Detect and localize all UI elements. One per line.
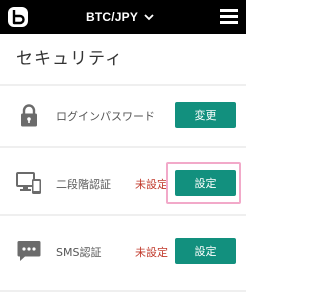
lock-icon <box>21 104 37 127</box>
focus-highlight <box>166 162 241 204</box>
sms-auth-label: SMS認証 <box>56 246 102 259</box>
hamburger-menu-icon[interactable] <box>220 9 238 25</box>
login-password-label: ログインパスワード <box>56 110 155 123</box>
sms-auth-status: 未設定 <box>135 246 168 259</box>
divider <box>0 146 246 148</box>
currency-pair-selector[interactable]: BTC/JPY <box>86 8 154 26</box>
currency-pair-label: BTC/JPY <box>86 10 139 24</box>
divider <box>0 290 246 292</box>
divider <box>0 214 246 216</box>
monitor-phone-icon <box>16 172 41 194</box>
two-factor-label: 二段階認証 <box>56 178 111 191</box>
two-factor-status: 未設定 <box>135 178 168 191</box>
setup-sms-button[interactable]: 設定 <box>175 238 236 264</box>
top-bar: BTC/JPY <box>0 0 246 34</box>
bitbank-logo-icon[interactable] <box>8 7 28 27</box>
chevron-down-icon <box>144 13 154 20</box>
sms-chat-icon <box>17 241 41 261</box>
settings-row-sms: SMS認証 未設定 設定 <box>0 224 246 280</box>
page-title: セキュリティ <box>16 49 123 69</box>
settings-row-login-password: ログインパスワード 変更 <box>0 88 246 144</box>
divider <box>0 84 246 86</box>
change-password-button[interactable]: 変更 <box>175 102 236 128</box>
